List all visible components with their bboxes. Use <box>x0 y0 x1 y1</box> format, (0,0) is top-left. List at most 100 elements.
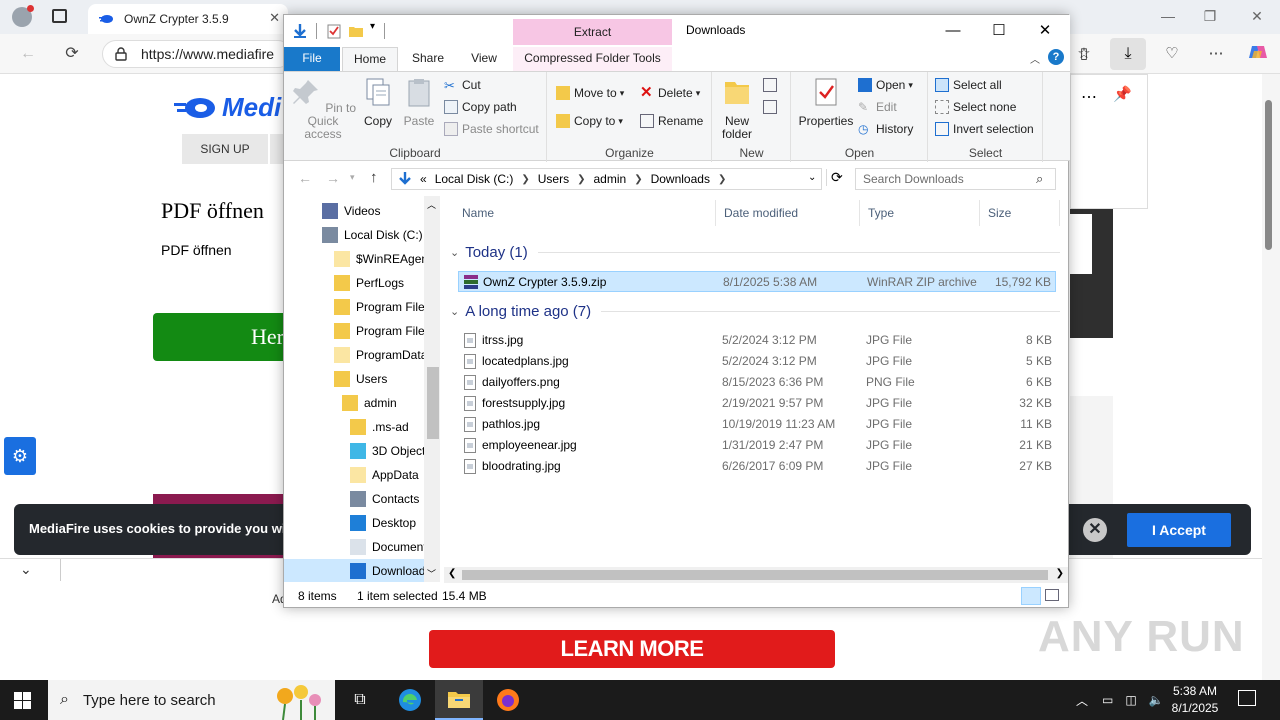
history-button[interactable]: ◷ History <box>858 120 913 138</box>
back-icon[interactable]: ← <box>16 42 40 66</box>
tab-home[interactable]: Home <box>342 47 398 71</box>
nav-item[interactable]: Contacts <box>284 487 424 511</box>
notifications-icon[interactable] <box>1238 690 1256 706</box>
horizontal-scrollbar[interactable]: ❮ ❯ <box>444 567 1068 583</box>
nav-item[interactable]: Document <box>284 535 427 559</box>
paste-shortcut-button[interactable]: Paste shortcut <box>444 120 539 138</box>
firefox-app-icon[interactable] <box>484 680 532 720</box>
back-icon[interactable]: ← <box>298 170 312 186</box>
new-folder-button[interactable]: New folder <box>715 76 759 141</box>
details-view-icon[interactable] <box>1021 587 1041 605</box>
nav-item[interactable]: Users <box>284 367 424 391</box>
chevron-right-icon[interactable]: ❯ <box>634 174 642 185</box>
refresh-icon[interactable]: ⟳ <box>60 42 84 66</box>
open-button[interactable]: Open ▾ <box>858 76 913 94</box>
paste-button[interactable]: Paste <box>400 76 438 128</box>
select-all-button[interactable]: Select all <box>935 76 1002 94</box>
performance-icon[interactable]: ♡ <box>1160 42 1184 66</box>
more-icon[interactable]: ⋯ <box>1204 42 1228 66</box>
file-row[interactable]: itrss.jpg 5/2/2024 3:12 PM JPG File 8 KB <box>458 330 1056 351</box>
new-item-icon[interactable] <box>763 78 777 92</box>
clock[interactable]: 5:38 AM 8/1/2025 <box>1164 683 1226 717</box>
tab-compressed-folder-tools[interactable]: Compressed Folder Tools <box>513 47 672 71</box>
file-row[interactable]: employeenear.jpg 1/31/2019 2:47 PM JPG Fil… <box>458 435 1056 456</box>
copy-to-button[interactable]: Copy to ▾ <box>556 112 623 130</box>
maximize-icon[interactable]: ☐ <box>976 17 1022 45</box>
address-bar[interactable]: « Local Disk (C:) ❯ Users ❯ admin ❯ Down… <box>391 168 822 190</box>
nav-item[interactable]: Videos <box>284 199 424 223</box>
edit-button[interactable]: ✎ Edit <box>858 98 897 116</box>
download-cta-button[interactable]: Her <box>153 313 293 361</box>
large-icons-view-icon[interactable] <box>1045 589 1059 601</box>
collapse-ribbon-icon[interactable]: ︿ <box>1030 51 1040 66</box>
more-options-icon[interactable]: ⋯ <box>1081 87 1097 107</box>
address-dropdown-icon[interactable]: ⌄ <box>808 172 816 183</box>
chevron-down-icon[interactable]: ⌄ <box>450 246 459 259</box>
settings-gear-icon[interactable]: ⚙ <box>4 437 36 475</box>
volume-icon[interactable]: 🔈 <box>1149 693 1164 707</box>
scroll-right-icon[interactable]: ❯ <box>1056 568 1064 579</box>
nav-item[interactable]: Program Files <box>284 295 431 319</box>
horizontal-scroll-thumb[interactable] <box>462 570 1048 580</box>
pin-quick-access-button[interactable]: Pin to Quick access <box>288 76 358 141</box>
chevron-down-icon[interactable]: ⌄ <box>20 561 32 578</box>
breadcrumb-users[interactable]: Users <box>538 172 569 186</box>
copy-path-button[interactable]: Copy path <box>444 98 517 116</box>
up-icon[interactable]: ↑ <box>370 169 378 186</box>
properties-button[interactable]: Properties <box>798 76 854 128</box>
select-none-button[interactable]: Select none <box>935 98 1016 116</box>
customize-qat-icon[interactable]: ▾ <box>370 21 375 32</box>
nav-item[interactable]: Program Files <box>284 319 431 343</box>
search-input[interactable]: Search Downloads <box>855 168 1056 190</box>
start-windows-icon[interactable] <box>14 692 31 709</box>
rename-button[interactable]: Rename <box>640 112 703 130</box>
nav-item[interactable]: $WinREAgent <box>284 247 431 271</box>
move-to-button[interactable]: Move to ▾ <box>556 84 624 102</box>
address-bar[interactable]: https://www.mediafire <box>102 40 292 68</box>
nav-item[interactable]: admin <box>284 391 424 415</box>
file-row[interactable]: forestsupply.jpg 2/19/2021 9:57 PM JPG Fil… <box>458 393 1056 414</box>
nav-scroll-thumb[interactable] <box>427 367 439 439</box>
scroll-up-icon[interactable]: ︿ <box>427 198 436 211</box>
column-type[interactable]: Type <box>860 200 980 226</box>
easy-access-icon[interactable] <box>763 100 777 114</box>
group-header[interactable]: ⌄ A long time ago (7) <box>450 303 1060 320</box>
nav-item[interactable]: Desktop <box>284 511 424 535</box>
copilot-icon[interactable] <box>1246 42 1270 66</box>
file-row[interactable]: dailyoffers.png 8/15/2023 6:36 PM PNG File… <box>458 372 1056 393</box>
file-explorer-app-icon[interactable] <box>435 680 483 720</box>
file-row[interactable]: pathlos.jpg 10/19/2019 11:23 AM JPG File 11… <box>458 414 1056 435</box>
tab-share[interactable]: Share <box>402 47 454 71</box>
group-header[interactable]: ⌄ Today (1) <box>450 244 1060 261</box>
properties-qat-icon[interactable] <box>326 23 342 39</box>
scroll-down-icon[interactable]: ﹀ <box>427 567 436 580</box>
tab-actions-icon[interactable] <box>52 9 67 23</box>
edge-app-icon[interactable] <box>386 680 434 720</box>
recent-locations-icon[interactable]: ▾ <box>350 172 355 183</box>
chevron-down-icon[interactable]: ⌄ <box>450 305 459 318</box>
close-tab-icon[interactable]: ✕ <box>269 10 280 26</box>
browser-tab[interactable]: OwnZ Crypter 3.5.9 ✕ <box>88 4 288 34</box>
help-icon[interactable]: ? <box>1048 49 1064 65</box>
tab-view[interactable]: View <box>458 47 510 71</box>
close-window-icon[interactable]: ✕ <box>1247 8 1267 26</box>
nav-item[interactable]: AppData <box>284 463 424 487</box>
chevron-right-icon[interactable]: ❯ <box>521 174 529 185</box>
breadcrumb-local-disk[interactable]: Local Disk (C:) <box>435 172 514 186</box>
new-folder-qat-icon[interactable] <box>348 23 364 39</box>
refresh-icon[interactable]: ⟳ <box>826 169 843 186</box>
wifi-icon[interactable]: ◫ <box>1125 693 1136 707</box>
column-date-modified[interactable]: Date modified <box>716 200 860 226</box>
minimize-icon[interactable]: — <box>1158 8 1178 26</box>
mediafire-logo[interactable]: Medi <box>174 92 281 123</box>
restore-icon[interactable]: ❐ <box>1200 8 1220 26</box>
copy-button[interactable]: Copy <box>360 76 396 128</box>
breadcrumb-downloads[interactable]: Downloads <box>651 172 710 186</box>
column-size[interactable]: Size <box>980 200 1060 226</box>
cut-button[interactable]: ✂ Cut <box>444 76 481 94</box>
chevron-up-icon[interactable]: ︿ <box>1076 692 1088 709</box>
downloads-arrow-icon[interactable] <box>292 23 308 39</box>
minimize-icon[interactable]: — <box>930 17 976 45</box>
task-view-icon[interactable]: ⧉ <box>336 680 384 720</box>
taskbar-search[interactable]: ⌕ Type here to search <box>48 680 335 720</box>
